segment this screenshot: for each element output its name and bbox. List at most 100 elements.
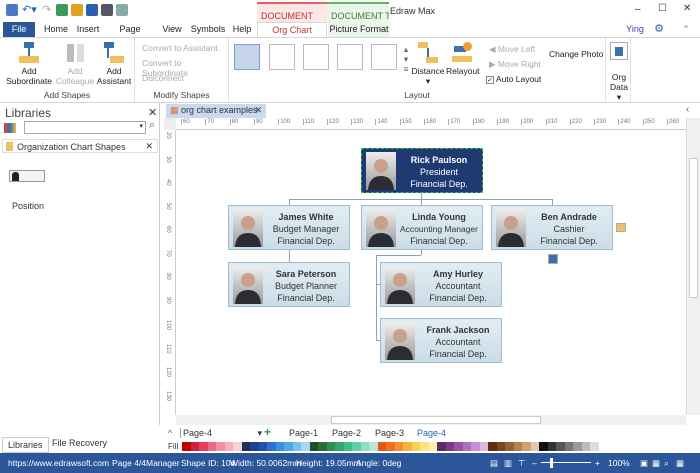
undo-icon[interactable]: ↶▾ [22, 3, 37, 16]
vertical-scrollbar[interactable] [686, 118, 700, 415]
color-swatch[interactable] [573, 442, 582, 451]
change-photo-button[interactable]: Change Photo [549, 49, 603, 59]
maximize-button[interactable]: ☐ [658, 3, 667, 14]
presentation-icon[interactable]: ⊤ [518, 453, 525, 473]
zoom-in-button[interactable]: + [595, 453, 600, 473]
color-swatch[interactable] [377, 442, 386, 451]
add-page-button[interactable]: + [264, 425, 271, 439]
color-swatch[interactable] [275, 442, 284, 451]
fit-page-icon[interactable]: ▣ [640, 453, 648, 473]
color-swatch[interactable] [556, 442, 565, 451]
search-icon[interactable]: ⌕ [149, 119, 155, 132]
tab-view[interactable]: View [160, 22, 184, 37]
color-swatch[interactable] [301, 442, 310, 451]
layout-style-5-button[interactable] [371, 44, 397, 70]
add-colleague-button[interactable]: Add Colleague [55, 42, 95, 86]
layout-style-3-button[interactable] [303, 44, 329, 70]
color-swatch[interactable] [360, 442, 369, 451]
tab-insert[interactable]: Insert [74, 22, 102, 37]
color-swatch[interactable] [530, 442, 539, 451]
color-swatch[interactable] [496, 442, 505, 451]
close-button[interactable]: ✕ [683, 3, 691, 14]
layout-style-1-button[interactable] [234, 44, 260, 70]
status-url[interactable]: https://www.edrawsoft.com [8, 453, 109, 473]
close-document-icon[interactable]: ✕ [254, 105, 262, 116]
color-swatch[interactable] [581, 442, 590, 451]
color-swatch[interactable] [343, 442, 352, 451]
zoom-slider[interactable] [541, 462, 591, 463]
relayout-button[interactable]: Relayout [446, 42, 480, 76]
page-tab-3[interactable]: Page-3 [375, 428, 404, 438]
org-card-rick-paulson[interactable]: Rick Paulson President Financial Dep. [361, 148, 483, 193]
color-swatch[interactable] [590, 442, 599, 451]
horizontal-scrollbar[interactable] [176, 415, 686, 425]
color-swatch[interactable] [352, 442, 361, 451]
tab-file[interactable]: File [3, 22, 35, 37]
scroll-thumb[interactable] [331, 416, 541, 424]
new-icon[interactable] [56, 4, 68, 16]
layout-style-2-button[interactable] [269, 44, 295, 70]
grid-icon[interactable]: ▦ [676, 453, 684, 473]
color-swatch[interactable] [190, 442, 199, 451]
close-libraries-button[interactable]: ✕ [148, 106, 157, 119]
color-swatch[interactable] [292, 442, 301, 451]
color-swatch[interactable] [479, 442, 488, 451]
add-subordinate-button[interactable]: Add Subordinate [6, 42, 52, 86]
color-swatch[interactable] [471, 442, 480, 451]
color-swatch[interactable] [411, 442, 420, 451]
color-swatch[interactable] [182, 442, 191, 451]
color-swatch[interactable] [318, 442, 327, 451]
redo-icon[interactable]: ↷ [42, 3, 51, 16]
org-data-button[interactable]: Org Data ▾ [607, 42, 631, 102]
distance-button[interactable]: Distance ▾ [411, 42, 445, 86]
page-select[interactable]: Page-4 ▾ [180, 428, 262, 438]
add-assistant-button[interactable]: Add Assistant [96, 42, 132, 86]
user-menu[interactable]: Ying [625, 22, 645, 37]
library-search-input[interactable]: ▾ [24, 121, 146, 134]
fit-width-icon[interactable]: ▦ [652, 453, 660, 473]
layout-float-icon[interactable] [616, 223, 626, 232]
page-tab-4[interactable]: Page-4 [417, 428, 446, 438]
org-card-frank-jackson[interactable]: Frank Jackson Accountant Financial Dep. [380, 318, 502, 363]
normal-view-icon[interactable]: ▤ [490, 453, 498, 473]
open-icon[interactable] [71, 4, 83, 16]
collapse-ribbon-icon[interactable]: ⌃ [680, 22, 692, 37]
color-swatch[interactable] [488, 442, 497, 451]
tab-org-chart[interactable]: Org Chart [257, 22, 327, 38]
library-grid-icon[interactable] [4, 123, 16, 133]
outline-view-icon[interactable]: ▥ [504, 453, 512, 473]
layout-style-4-button[interactable] [337, 44, 363, 70]
disconnect-button[interactable]: Disconnect [142, 73, 184, 83]
color-swatch[interactable] [437, 442, 446, 451]
org-card-linda-young[interactable]: Linda Young Accounting Manager Financial D… [361, 205, 483, 250]
color-swatch[interactable] [403, 442, 412, 451]
tab-file-recovery[interactable]: File Recovery [52, 438, 107, 448]
color-swatch[interactable] [207, 442, 216, 451]
color-swatch[interactable] [428, 442, 437, 451]
scroll-thumb[interactable] [689, 158, 698, 298]
color-swatch[interactable] [394, 442, 403, 451]
gallery-scroll[interactable]: ▴ ▾ ≡ [402, 44, 410, 74]
color-swatch[interactable] [258, 442, 267, 451]
color-swatch[interactable] [369, 442, 378, 451]
color-swatch[interactable] [309, 442, 318, 451]
org-card-amy-hurley[interactable]: Amy Hurley Accountant Financial Dep. [380, 262, 502, 307]
position-shape-thumbnail[interactable] [9, 170, 45, 182]
document-tab[interactable]: ▦ org chart examples ✕ [166, 104, 266, 118]
collapse-icon[interactable]: ^ [168, 428, 172, 438]
color-swatch[interactable] [326, 442, 335, 451]
color-swatch[interactable] [454, 442, 463, 451]
color-swatch[interactable] [250, 442, 259, 451]
color-swatch[interactable] [420, 442, 429, 451]
page-tab-2[interactable]: Page-2 [332, 428, 361, 438]
tab-page-layout[interactable]: Page Layout [106, 22, 154, 49]
tab-symbols[interactable]: Symbols [190, 22, 226, 37]
export-icon[interactable] [116, 4, 128, 16]
library-section-org-chart-shapes[interactable]: Organization Chart Shapes ✕ [2, 139, 158, 153]
color-swatch[interactable] [267, 442, 276, 451]
close-section-icon[interactable]: ✕ [145, 141, 153, 152]
zoom-level[interactable]: 100% [608, 453, 630, 473]
org-card-ben-andrade[interactable]: Ben Andrade Cashier Financial Dep. [491, 205, 613, 250]
color-swatch[interactable] [199, 442, 208, 451]
tab-home[interactable]: Home [40, 22, 72, 37]
